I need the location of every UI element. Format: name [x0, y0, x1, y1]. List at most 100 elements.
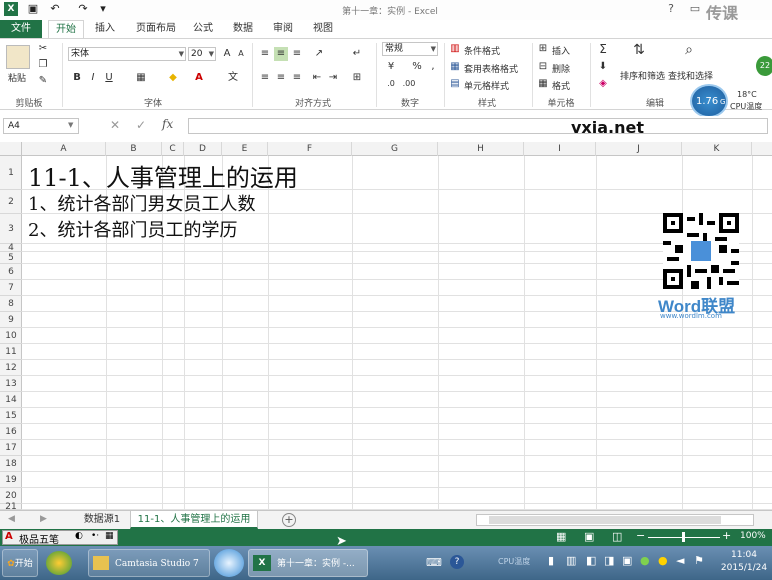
zoom-slider-thumb[interactable] [682, 532, 685, 542]
format-as-table-icon[interactable]: ▦ [448, 60, 462, 74]
row-header[interactable]: 13 [0, 376, 22, 392]
tab-view[interactable]: 视图 [308, 20, 338, 38]
row-header[interactable]: 18 [0, 456, 22, 472]
row-header[interactable]: 16 [0, 424, 22, 440]
quick-access-dropdown-icon[interactable]: ▾ [96, 2, 110, 16]
align-left-icon[interactable]: ≡ [258, 71, 272, 85]
column-header[interactable]: B [106, 142, 162, 156]
row-header[interactable]: 3 [0, 214, 22, 244]
format-as-table-button[interactable]: 套用表格格式 [464, 62, 518, 75]
cut-icon[interactable]: ✂ [36, 42, 50, 56]
border-icon[interactable]: ▦ [134, 71, 148, 85]
fill-color-icon[interactable]: ◆ [166, 71, 180, 85]
bold-button[interactable]: B [70, 71, 84, 85]
currency-icon[interactable]: ¥ [384, 60, 398, 74]
network-icon[interactable]: ▥ [566, 554, 576, 567]
formula-input[interactable] [188, 118, 768, 134]
cell-a3[interactable]: 2、统计各部门员工的学历 [28, 216, 237, 242]
percent-button[interactable]: % [410, 60, 424, 74]
autosum-icon[interactable]: Σ [596, 42, 610, 56]
increase-font-icon[interactable]: A [220, 47, 234, 61]
ime-toolbar[interactable]: A 极品五笔 ◐ •‧ ▦ [2, 530, 118, 546]
pinned-app-icon[interactable] [46, 551, 72, 575]
help-tray-icon[interactable]: ? [450, 555, 464, 569]
tab-file[interactable]: 文件 [0, 20, 42, 38]
font-name-select[interactable]: 宋体 ▼ [68, 47, 186, 61]
conditional-format-button[interactable]: 条件格式 [464, 44, 500, 57]
taskbar-excel-window[interactable]: X 第十一章：实例 -... [248, 549, 368, 577]
cell-a2[interactable]: 1、统计各部门男女员工人数 [28, 190, 255, 216]
comma-style-icon[interactable]: , [426, 60, 440, 74]
delete-cells-icon[interactable]: ⊟ [536, 60, 550, 74]
row-header[interactable]: 14 [0, 392, 22, 408]
format-cells-icon[interactable]: ▦ [536, 77, 550, 91]
help-icon[interactable]: ? [660, 2, 682, 16]
page-layout-view-icon[interactable]: ▣ [584, 530, 594, 543]
insert-cells-icon[interactable]: ⊞ [536, 42, 550, 56]
wrap-text-icon[interactable]: ↵ [350, 47, 364, 61]
format-painter-icon[interactable]: ✎ [36, 74, 50, 88]
clock-time[interactable]: 11:04 [724, 550, 764, 560]
notification-badge[interactable]: 22 [756, 56, 772, 76]
column-header[interactable]: I [524, 142, 596, 156]
decrease-font-icon[interactable]: A [234, 47, 248, 61]
paste-button-label[interactable]: 粘贴 [8, 71, 26, 84]
tab-formulas[interactable]: 公式 [188, 20, 218, 38]
column-header[interactable]: H [438, 142, 524, 156]
redo-icon[interactable]: ↷ [76, 2, 90, 16]
cell-styles-icon[interactable]: ▤ [448, 77, 462, 91]
row-header[interactable]: 12 [0, 360, 22, 376]
paste-icon[interactable] [6, 45, 30, 69]
scroll-right-sheets-icon[interactable]: ▶ [40, 514, 47, 524]
tray-app-icon[interactable]: ▣ [622, 554, 632, 567]
flag-icon[interactable]: ⚑ [694, 554, 704, 567]
column-header[interactable]: F [268, 142, 352, 156]
italic-button[interactable]: I [86, 71, 100, 85]
zoom-in-button[interactable]: + [722, 529, 731, 542]
align-right-icon[interactable]: ≡ [290, 71, 304, 85]
row-header[interactable]: 8 [0, 296, 22, 312]
align-bottom-icon[interactable]: ≡ [290, 47, 304, 61]
column-header[interactable]: K [682, 142, 752, 156]
row-header[interactable]: 19 [0, 472, 22, 488]
increase-indent-icon[interactable]: ⇥ [326, 71, 340, 85]
sort-filter-icon[interactable]: ⇅ [632, 43, 646, 57]
save-icon[interactable]: ▣ [26, 2, 40, 16]
font-color-icon[interactable]: A [192, 71, 206, 85]
undo-icon[interactable]: ↶ [48, 2, 62, 16]
taskbar-camtasia[interactable]: Camtasia Studio 7 [88, 549, 210, 577]
row-header[interactable]: 15 [0, 408, 22, 424]
row-header[interactable]: 6 [0, 264, 22, 280]
row-header[interactable]: 17 [0, 440, 22, 456]
column-header[interactable]: J [596, 142, 682, 156]
copy-icon[interactable]: ❐ [36, 58, 50, 72]
row-header[interactable]: 4 [0, 244, 22, 253]
cancel-icon[interactable]: ✕ [110, 118, 120, 132]
cell-styles-button[interactable]: 单元格样式 [464, 79, 509, 92]
align-center-icon[interactable]: ≡ [274, 71, 288, 85]
cell-a1[interactable]: 11-1、人事管理上的运用 [28, 158, 298, 193]
row-header[interactable]: 11 [0, 344, 22, 360]
column-header[interactable]: E [222, 142, 268, 156]
network-speed-widget[interactable]: 1.76 G [690, 84, 728, 118]
clear-icon[interactable]: ◈ [596, 77, 610, 91]
tray-app-icon[interactable]: ◧ [586, 554, 596, 567]
format-cells-button[interactable]: 格式 [552, 79, 570, 92]
ribbon-options-icon[interactable]: ▭ [684, 2, 706, 16]
new-sheet-button[interactable]: + [282, 513, 296, 527]
insert-cells-button[interactable]: 插入 [552, 44, 570, 57]
start-button[interactable]: ✿开始 [2, 549, 38, 577]
tab-home[interactable]: 开始 [48, 20, 84, 38]
ime-keyboard-icon[interactable]: ▦ [105, 531, 114, 541]
sheet-tab-data-source[interactable]: 数据源1 [76, 511, 128, 529]
merge-center-icon[interactable]: ⊞ [350, 71, 364, 85]
number-format-select[interactable]: 常规 ▼ [382, 42, 438, 56]
zoom-level[interactable]: 100% [740, 531, 766, 541]
battery-icon[interactable]: ▮ [548, 554, 554, 567]
align-top-icon[interactable]: ≡ [258, 47, 272, 61]
page-break-view-icon[interactable]: ◫ [612, 530, 622, 543]
sheet-tab-hr-management[interactable]: 11-1、人事管理上的运用 [130, 511, 258, 529]
tray-app-icon[interactable]: ● [658, 554, 668, 567]
row-header[interactable]: 2 [0, 190, 22, 214]
select-all-corner[interactable] [0, 142, 22, 156]
